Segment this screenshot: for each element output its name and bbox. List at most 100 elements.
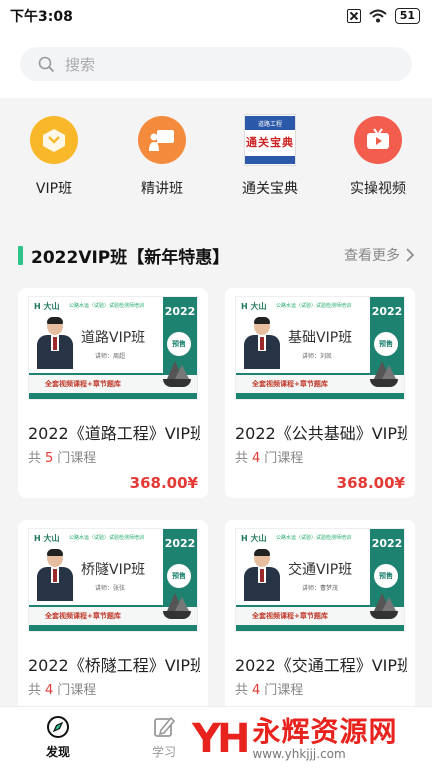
course-count: 共 4 门课程 [235,679,303,698]
edit-note-icon [154,716,176,737]
tab-label: 学习 [151,745,176,759]
course-cover-image: H 大山 公路水运（试验）试验检测师培训 基础VIP班 讲师：刘凯 2022 预… [235,296,405,400]
course-price: 368.00¥ [129,474,198,492]
cover-teacher: 讲师：周超 [95,353,126,360]
no-sim-icon [346,9,361,23]
quick-nav: VIP班 精讲班 道路工程 通关宝典 通关宝典 实操视频 [0,98,432,208]
watermark-text: 永辉资源网 www.yhkjjj.com [252,715,398,762]
status-icons: 51 [346,8,420,24]
search-placeholder: 搜索 [65,55,96,74]
quick-nav-label: VIP班 [35,181,73,197]
battery-icon: 51 [394,8,420,24]
course-card[interactable]: H 大山 公路水运（试验）试验检测师培训 基础VIP班 讲师：刘凯 2022 预… [225,288,415,498]
cover-year: 2022 [164,305,196,318]
cover-bottom-bar [236,393,404,399]
cover-title: 桥隧VIP班 [81,562,146,578]
watermark-url: www.yhkjjj.com [252,747,346,761]
course-card[interactable]: H 大山 公路水运（试验）试验检测师培训 桥隧VIP班 讲师：张弦 2022 预… [18,520,208,730]
course-count-prefix: 共 [28,451,42,466]
cover-strip-text: 全套视频课程+章节题库 [252,612,328,620]
header: 搜索 [0,32,432,98]
cover-slogan: 公路水运（试验）试验检测师培训 [69,535,145,541]
quick-nav-label: 精讲班 [141,181,183,197]
cover-strip: 全套视频课程+章节题库 [29,361,197,393]
course-title: 2022《道路工程》VIP班 [28,424,200,443]
teacher-photo [37,317,73,369]
book-cover-stripe [245,156,295,164]
course-card[interactable]: H 大山 公路水运（试验）试验检测师培训 道路VIP班 讲师：周超 2022 预… [18,288,208,498]
quick-nav-lecture[interactable]: 精讲班 [108,98,216,208]
course-count-number: 4 [45,683,54,698]
course-count: 共 5 门课程 [28,447,96,466]
cover-org-logo: H 大山 [34,302,60,311]
view-more-link[interactable]: 查看更多 [344,245,414,265]
sailboat-icon [163,593,191,623]
teacher-photo [244,549,280,601]
cover-teacher: 讲师：刘凯 [302,353,333,360]
course-count: 共 4 门课程 [235,447,303,466]
cover-strip: 全套视频课程+章节题库 [236,593,404,625]
cover-bottom-bar [29,625,197,631]
course-count-prefix: 共 [235,451,249,466]
search-icon [38,56,55,72]
book-cover-top: 道路工程 [245,116,295,130]
course-count-prefix: 共 [28,683,42,698]
course-count-number: 4 [252,683,261,698]
watermark-name: 永辉资源网 [252,715,398,748]
quick-nav-label: 实操视频 [350,181,406,197]
presale-badge: 预售 [374,564,398,588]
compass-icon [47,716,69,738]
status-time: 下午3:08 [10,9,73,25]
cover-year: 2022 [371,305,403,318]
book-cover-image: 道路工程 通关宝典 [244,114,296,166]
course-count-suffix: 门课程 [264,451,304,466]
quick-nav-guide[interactable]: 道路工程 通关宝典 通关宝典 [216,98,324,208]
tab-discover[interactable]: 发现 [28,715,88,760]
course-count-suffix: 门课程 [57,683,97,698]
course-price: 368.00¥ [336,474,405,492]
presale-badge: 预售 [167,332,191,356]
quick-nav-video[interactable]: 实操视频 [324,98,432,208]
presale-badge: 预售 [167,564,191,588]
course-card[interactable]: H 大山 公路水运（试验）试验检测师培训 交通VIP班 讲师：曹梦茂 2022 … [225,520,415,730]
video-play-icon [354,116,402,164]
cover-strip-text: 全套视频课程+章节题库 [252,380,328,388]
course-count-suffix: 门课程 [264,683,304,698]
course-count-prefix: 共 [235,683,249,698]
lecture-board-icon [138,116,186,164]
vip-cube-icon [30,116,78,164]
chevron-right-icon [406,248,414,262]
sailboat-icon [370,361,398,391]
view-more-label: 查看更多 [344,248,400,264]
cover-strip-text: 全套视频课程+章节题库 [45,380,121,388]
cover-title: 基础VIP班 [288,330,353,346]
sailboat-icon [163,361,191,391]
cover-year: 2022 [371,537,403,550]
cover-org-logo: H 大山 [241,302,267,311]
section-title: 2022VIP班【新年特惠】 [18,243,229,268]
presale-badge: 预售 [374,332,398,356]
course-cover-image: H 大山 公路水运（试验）试验检测师培训 桥隧VIP班 讲师：张弦 2022 预… [28,528,198,632]
quick-nav-vip[interactable]: VIP班 [0,98,108,208]
quick-nav-label: 通关宝典 [242,181,298,197]
book-cover-title: 通关宝典 [246,136,294,149]
watermark-logo: YH 永辉资源网 www.yhkjjj.com [192,716,397,762]
cover-slogan: 公路水运（试验）试验检测师培训 [69,303,145,309]
tab-label: 发现 [45,745,70,759]
course-count: 共 4 门课程 [28,679,96,698]
cover-title: 道路VIP班 [81,330,146,346]
tab-study[interactable]: 学习 [134,715,194,760]
teacher-photo [37,549,73,601]
search-input[interactable]: 搜索 [20,47,412,81]
section-header: 2022VIP班【新年特惠】 查看更多 [18,240,414,270]
cover-year: 2022 [164,537,196,550]
course-cover-image: H 大山 公路水运（试验）试验检测师培训 道路VIP班 讲师：周超 2022 预… [28,296,198,400]
course-title: 2022《桥隧工程》VIP班 [28,656,200,675]
cover-bottom-bar [29,393,197,399]
cover-slogan: 公路水运（试验）试验检测师培训 [276,303,352,309]
status-bar: 下午3:08 51 [0,0,432,32]
course-count-number: 5 [45,451,54,466]
cover-strip: 全套视频课程+章节题库 [236,361,404,393]
course-title: 2022《交通工程》VIP班 [235,656,407,675]
cover-org-logo: H 大山 [241,534,267,543]
